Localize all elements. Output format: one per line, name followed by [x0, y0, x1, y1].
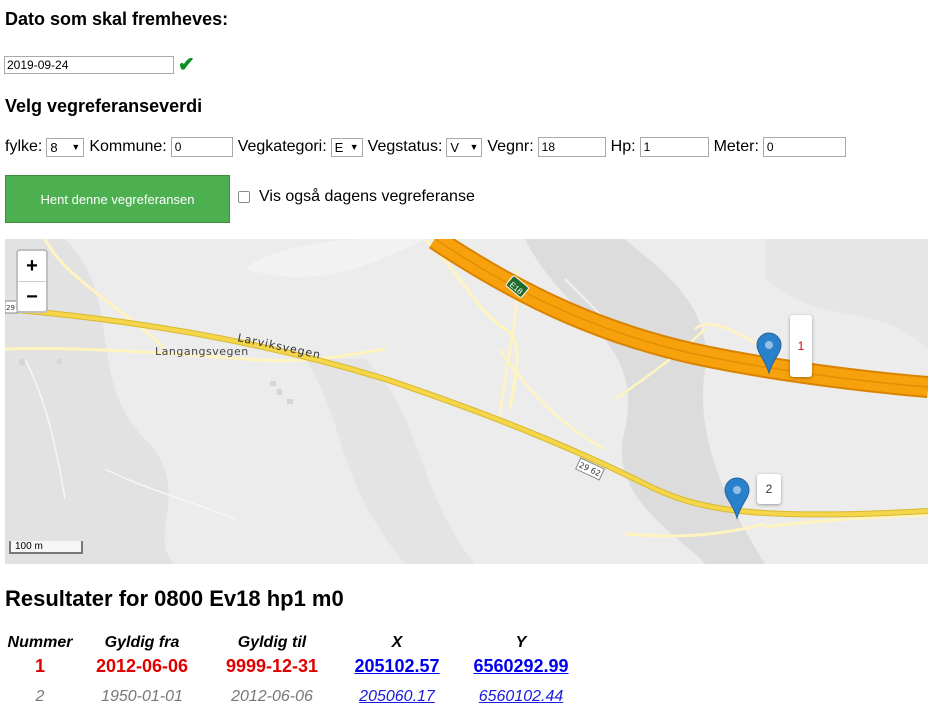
vegstatus-label: Vegstatus: [367, 138, 443, 155]
fetch-vegref-button[interactable]: Hent denne vegreferansen [5, 175, 230, 223]
fylke-label: fylke: [5, 138, 43, 155]
vegnr-label: Vegnr: [487, 138, 534, 155]
row-gyldig-til: 2012-06-06 [231, 688, 313, 705]
table-row: 2 1950-01-01 2012-06-06 205060.17 656010… [3, 679, 585, 715]
chevron-down-icon: ▼ [469, 142, 479, 152]
show-current-label: Vis også dagens vegreferanse [259, 188, 475, 205]
col-gyldig-til: Gyldig til [237, 634, 307, 651]
hp-input[interactable]: 1 [639, 137, 709, 157]
show-current-checkbox[interactable] [238, 191, 250, 203]
vegkategori-select[interactable]: E ▼ [330, 137, 363, 157]
col-nummer: Nummer [7, 634, 73, 651]
meter-label: Meter: [713, 138, 759, 155]
kommune-label: Kommune: [89, 138, 167, 155]
vegref-form-row: fylke: 8 ▼ Kommune: 0 Vegkategori: E ▼ Veg… [5, 137, 851, 157]
checkmark-icon: ✔ [178, 54, 195, 76]
col-gyldig-fra: Gyldig fra [104, 634, 180, 651]
col-x: X [391, 634, 403, 651]
results-heading: Resultater for 0800 Ev18 hp1 m0 [5, 586, 344, 611]
row-nummer: 1 [34, 655, 45, 676]
vegnr-input[interactable]: 18 [537, 137, 606, 157]
marker-1-label[interactable]: 1 [790, 315, 812, 377]
results-header-row: Nummer Gyldig fra Gyldig til X Y [3, 633, 585, 653]
row-gyldig-fra: 2012-06-06 [95, 655, 189, 676]
r29-edge-label: 29 [6, 304, 15, 312]
meter-input[interactable]: 0 [762, 137, 846, 157]
scale-bar: 100 m [9, 541, 83, 554]
marker-2-label[interactable]: 2 [757, 474, 781, 504]
vegstatus-value: V [450, 139, 460, 155]
row-gyldig-fra: 1950-01-01 [101, 688, 183, 705]
kommune-input[interactable]: 0 [170, 137, 233, 157]
zoom-control: + − [16, 249, 48, 313]
chevron-down-icon: ▼ [71, 142, 81, 152]
zoom-out-button[interactable]: − [18, 282, 46, 312]
zoom-in-button[interactable]: + [18, 251, 46, 282]
row-x-link[interactable]: 205060.17 [359, 688, 435, 705]
row-y-link[interactable]: 6560102.44 [479, 688, 564, 705]
fylke-value: 8 [50, 139, 58, 155]
vegkategori-value: E [334, 139, 344, 155]
row-y-link[interactable]: 6560292.99 [473, 656, 568, 676]
chevron-down-icon: ▼ [349, 142, 359, 152]
results-table: Nummer Gyldig fra Gyldig til X Y 1 2012-… [3, 633, 585, 715]
vegstatus-select[interactable]: V ▼ [446, 137, 483, 157]
langangsvegen-label: Langangsvegen [155, 345, 249, 358]
vegkategori-label: Vegkategori: [237, 138, 327, 155]
row-gyldig-til: 9999-12-31 [225, 655, 319, 676]
date-heading: Dato som skal fremheves: [5, 9, 229, 29]
vegref-heading: Velg vegreferanseverdi [5, 96, 203, 116]
row-x-link[interactable]: 205102.57 [354, 656, 439, 676]
fylke-select[interactable]: 8 ▼ [46, 137, 85, 157]
hp-label: Hp: [610, 138, 636, 155]
row-nummer: 2 [35, 688, 45, 705]
date-input[interactable]: 2019-09-24 [4, 56, 174, 74]
table-row: 1 2012-06-06 9999-12-31 205102.57 656029… [3, 653, 585, 679]
map[interactable]: E18 Larviksvegen Langangsvegen 29 62 29 … [5, 239, 928, 564]
col-y: Y [515, 634, 527, 651]
map-tiles: E18 Larviksvegen Langangsvegen 29 62 29 [5, 239, 928, 564]
